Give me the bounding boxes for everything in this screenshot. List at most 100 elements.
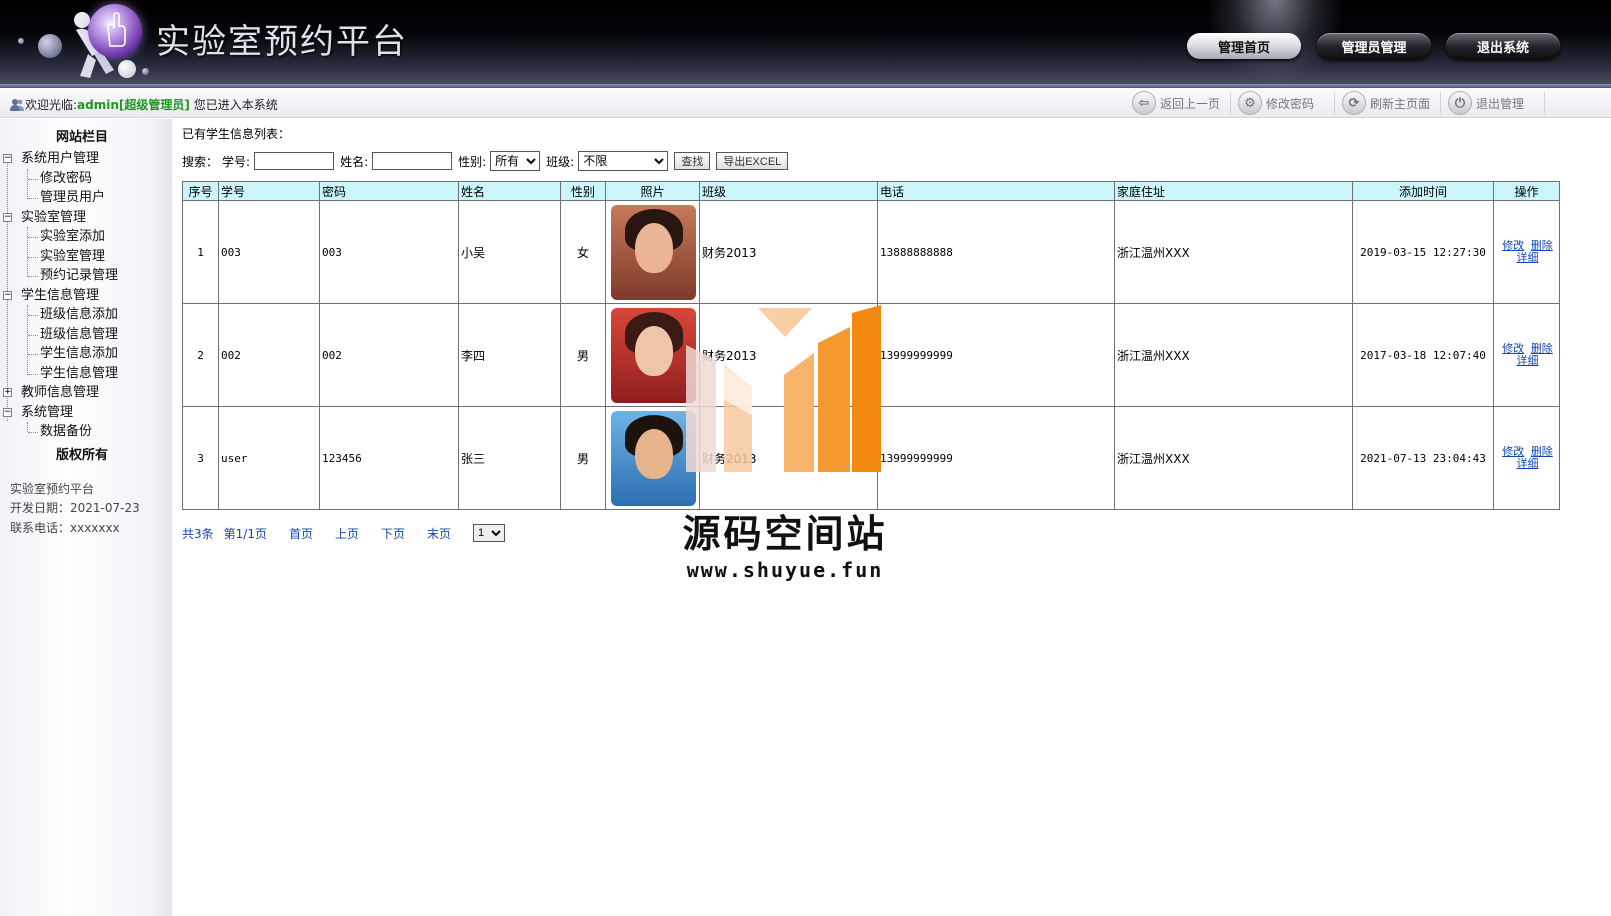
- cell-password: 002: [319, 303, 459, 407]
- student-no-input[interactable]: [254, 152, 335, 170]
- sidebar-item-lab-add[interactable]: 实验室添加: [0, 227, 164, 247]
- change-password-button[interactable]: ⚙ 修改密码: [1238, 90, 1314, 116]
- sidebar-item-student-add[interactable]: 学生信息添加: [0, 344, 164, 364]
- column-header: 序号: [182, 181, 219, 201]
- sidebar-group-label: 实验室管理: [21, 209, 87, 225]
- list-title: 已有学生信息列表：: [182, 127, 291, 141]
- sidebar-item-label: 班级信息管理: [40, 326, 119, 342]
- sidebar-group-label: 教师信息管理: [21, 385, 100, 400]
- cell-password: 003: [319, 200, 459, 304]
- sidebar-group-label: 系统管理: [21, 404, 74, 420]
- sidebar-group-label: 学生信息管理: [21, 287, 100, 303]
- detail-link[interactable]: 详细: [1517, 251, 1539, 264]
- cell-index: 1: [182, 200, 219, 304]
- column-header: 姓名: [458, 181, 561, 201]
- cell-student-no: 003: [218, 200, 320, 304]
- watermark-logo-icon: [686, 305, 881, 472]
- sidebar-item-booking-records[interactable]: 预约记录管理: [0, 266, 164, 286]
- export-excel-button[interactable]: 导出EXCEL: [716, 152, 789, 170]
- sidebar-contact-phone: 联系电话：xxxxxxx: [10, 521, 120, 535]
- pager-prev[interactable]: 上页: [335, 525, 359, 542]
- app-title: 实验室预约平台: [156, 22, 408, 62]
- sidebar-copyright: 版权所有: [55, 448, 108, 463]
- cell-added-time: 2021-07-13 23:04:43: [1352, 406, 1494, 510]
- class-label: 班级:: [546, 154, 575, 169]
- sidebar-item-data-backup[interactable]: 数据备份: [0, 422, 164, 442]
- pager-next[interactable]: 下页: [381, 525, 405, 542]
- nav-admin-home[interactable]: 管理首页: [1187, 33, 1301, 59]
- detail-link[interactable]: 详细: [1517, 457, 1539, 470]
- sidebar-item-class-add[interactable]: 班级信息添加: [0, 305, 164, 325]
- column-header: 性别: [560, 181, 606, 201]
- power-icon: ⏻: [1448, 91, 1472, 115]
- sidebar-group-system[interactable]: − 系统管理: [0, 403, 164, 423]
- sidebar-item-class-manage[interactable]: 班级信息管理: [0, 325, 164, 345]
- cell-index: 3: [182, 406, 219, 510]
- collapse-toggle-icon[interactable]: −: [3, 290, 12, 300]
- cell-address: 浙江温州XXX: [1114, 406, 1353, 510]
- cell-gender: 男: [560, 406, 606, 510]
- cell-photo: [605, 200, 700, 304]
- name-input[interactable]: [372, 152, 453, 170]
- cell-index: 2: [182, 303, 219, 407]
- sidebar-item-admin-users[interactable]: 管理员用户: [0, 188, 164, 208]
- sidebar-dev-date: 开发日期：2021-07-23: [10, 501, 140, 515]
- sidebar-group-labs[interactable]: − 实验室管理: [0, 208, 164, 228]
- logout-label: 退出管理: [1476, 96, 1525, 111]
- sidebar-item-change-password[interactable]: 修改密码: [0, 169, 164, 189]
- gender-select[interactable]: 所有: [490, 151, 541, 171]
- logo-bubble: [18, 38, 24, 44]
- back-arrow-icon: ⇦: [1132, 91, 1156, 115]
- expand-toggle-icon[interactable]: +: [3, 388, 12, 397]
- sidebar-item-label: 实验室管理: [40, 248, 106, 264]
- logo-orb-icon: [88, 4, 142, 58]
- change-password-label: 修改密码: [1266, 96, 1315, 111]
- cell-student-no: user: [218, 406, 320, 510]
- refresh-icon: ⟳: [1342, 91, 1366, 115]
- column-header: 班级: [699, 181, 878, 201]
- page-select[interactable]: 1: [473, 524, 506, 542]
- sidebar-item-lab-manage[interactable]: 实验室管理: [0, 247, 164, 267]
- back-button[interactable]: ⇦ 返回上一页: [1132, 90, 1220, 116]
- table-row: 1 003 003 小吴 女 财务2013 13888888888 浙江温州XX…: [182, 200, 1560, 304]
- sidebar-group-label: 系统用户管理: [21, 151, 100, 166]
- detail-link[interactable]: 详细: [1517, 354, 1539, 367]
- sidebar-app-name: 实验室预约平台: [10, 482, 95, 496]
- column-header: 操作: [1493, 181, 1560, 201]
- sidebar-item-label: 学生信息管理: [40, 365, 119, 381]
- toolbar-divider: [1544, 92, 1545, 114]
- search-button[interactable]: 查找: [674, 152, 711, 170]
- collapse-toggle-icon[interactable]: −: [3, 212, 12, 222]
- current-user: admin[超级管理员]: [77, 98, 190, 112]
- collapse-toggle-icon[interactable]: −: [3, 407, 12, 417]
- welcome-suffix: 您已进入本系统: [193, 98, 278, 112]
- toolbar-divider: [1230, 92, 1231, 114]
- collapse-toggle-icon[interactable]: −: [3, 154, 12, 163]
- cell-name: 李四: [458, 303, 561, 407]
- sidebar-group-system-users[interactable]: − 系统用户管理: [0, 149, 164, 169]
- sidebar-item-student-manage[interactable]: 学生信息管理: [0, 364, 164, 384]
- column-header: 照片: [605, 181, 700, 201]
- cell-phone: 13888888888: [877, 200, 1115, 304]
- sidebar-group-students[interactable]: − 学生信息管理: [0, 286, 164, 306]
- logout-button[interactable]: ⏻ 退出管理: [1448, 90, 1524, 116]
- table-header-row: 序号 学号 密码 姓名 性别 照片 班级 电话 家庭住址 添加时间 操作: [182, 181, 1560, 201]
- search-label: 搜索：: [182, 154, 219, 169]
- nav-exit-system[interactable]: 退出系统: [1446, 33, 1560, 59]
- pager-last[interactable]: 末页: [427, 525, 451, 542]
- sidebar-item-label: 实验室添加: [40, 229, 106, 244]
- sidebar-item-label: 班级信息添加: [40, 307, 119, 322]
- pagination: 共3条 第1/1页 首页 上页 下页 末页 1: [182, 524, 506, 542]
- cell-ops: 修改 删除 详细: [1493, 406, 1560, 510]
- cell-phone: 13999999999: [877, 303, 1115, 407]
- cell-ops: 修改 删除 详细: [1493, 303, 1560, 407]
- sidebar-group-teachers[interactable]: + 教师信息管理: [0, 383, 164, 403]
- cell-ops: 修改 删除 详细: [1493, 200, 1560, 304]
- pager-total: 共3条: [182, 526, 214, 541]
- refresh-home-button[interactable]: ⟳ 刷新主页面: [1342, 90, 1430, 116]
- pager-first[interactable]: 首页: [289, 525, 313, 542]
- nav-admin-manage[interactable]: 管理员管理: [1317, 33, 1431, 59]
- cell-student-no: 002: [218, 303, 320, 407]
- class-select[interactable]: 不限: [578, 151, 669, 171]
- sidebar-tree: − 系统用户管理 修改密码 管理员用户 − 实验室管理 实验室添加 实验室管理 预约…: [0, 149, 164, 442]
